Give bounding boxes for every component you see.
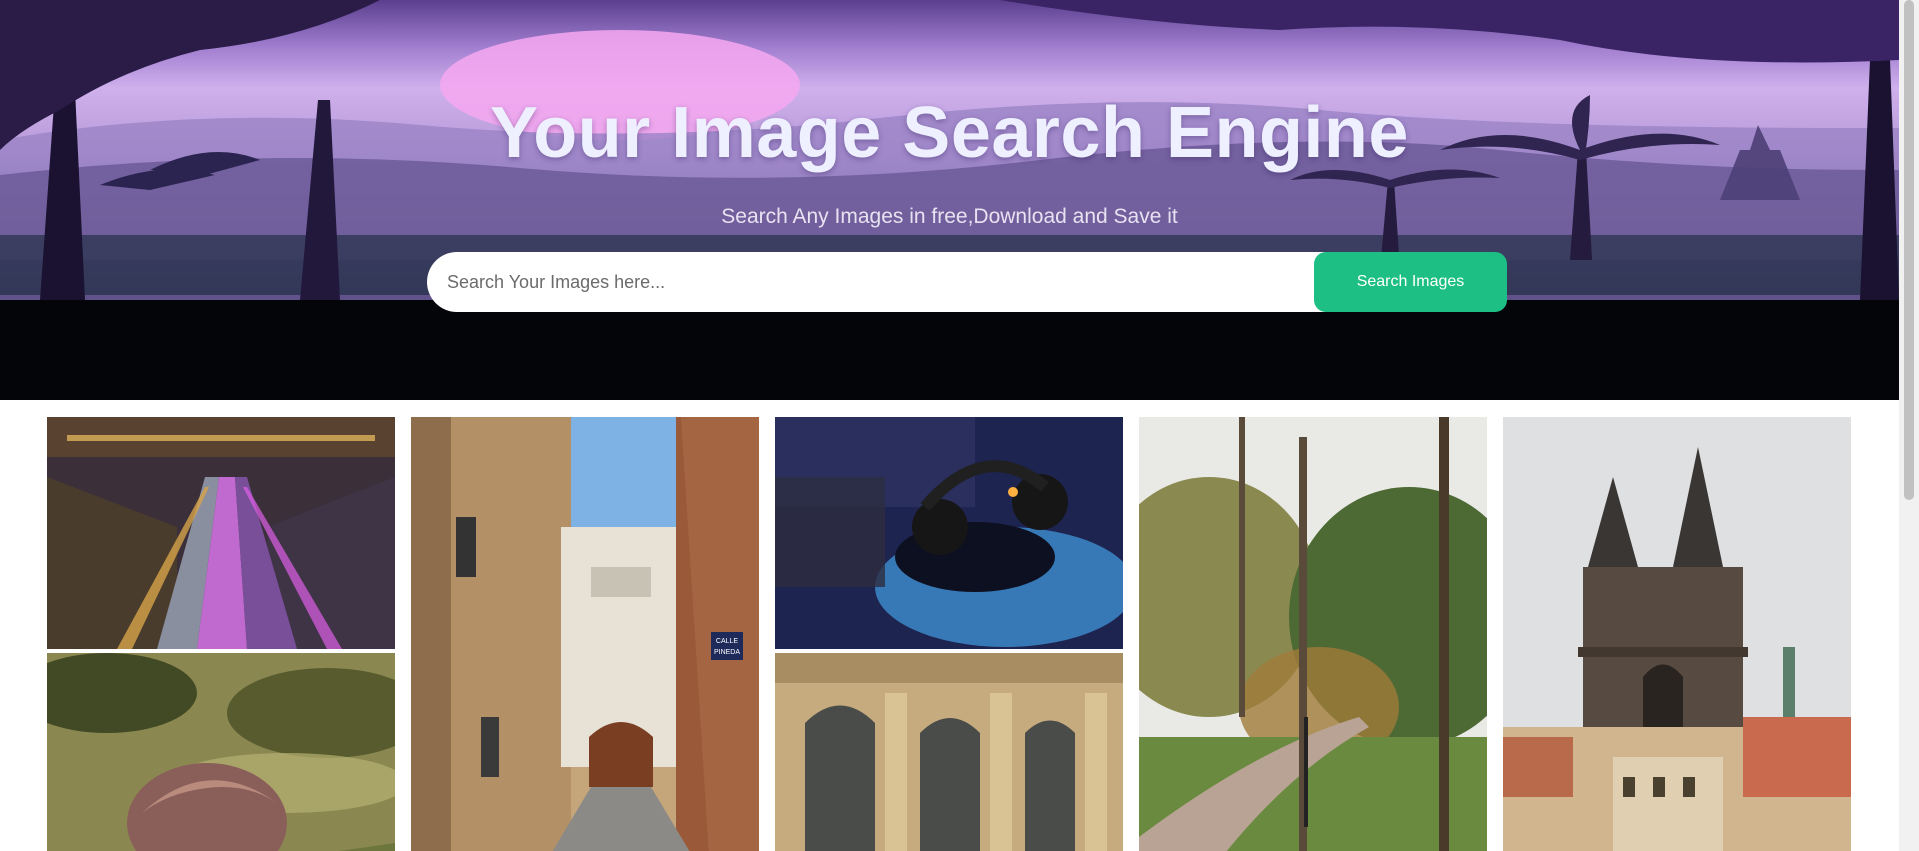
image-gallery: CALLE PINEDA (0, 400, 1899, 851)
gallery-image-woman-leaves[interactable] (47, 653, 395, 851)
scrollbar-thumb[interactable] (1904, 0, 1914, 500)
gallery-image-church[interactable] (1503, 417, 1851, 851)
gallery-image-headphones[interactable] (775, 417, 1123, 649)
search-images-button[interactable]: Search Images (1314, 252, 1507, 312)
page-subtitle: Search Any Images in free,Download and S… (721, 205, 1178, 228)
gallery-image-facade[interactable] (775, 653, 1123, 851)
page-title: Your Image Search Engine (490, 93, 1409, 173)
gallery-image-street[interactable]: CALLE PINEDA (411, 417, 759, 851)
gallery-image-escalators[interactable] (47, 417, 395, 649)
woman-behind-leaves-photo (47, 653, 395, 851)
gallery-image-park[interactable] (1139, 417, 1487, 851)
hero-banner: Your Image Search Engine Search Any Imag… (0, 0, 1899, 400)
park-path-photo (1139, 417, 1487, 851)
page-scrollbar[interactable] (1899, 0, 1919, 851)
street-sign-line-2: PINEDA (714, 649, 740, 656)
search-input[interactable] (427, 252, 1327, 312)
street-sign-line-1: CALLE (716, 638, 739, 645)
dj-headphones-photo (775, 417, 1123, 649)
page: Your Image Search Engine Search Any Imag… (0, 0, 1919, 851)
narrow-street-photo: CALLE PINEDA (411, 417, 759, 851)
escalators-photo (47, 417, 395, 649)
building-facade-photo (775, 653, 1123, 851)
gothic-church-photo (1503, 417, 1851, 851)
search-form: Search Images (427, 252, 1507, 312)
hero-background-scene (0, 0, 1899, 400)
